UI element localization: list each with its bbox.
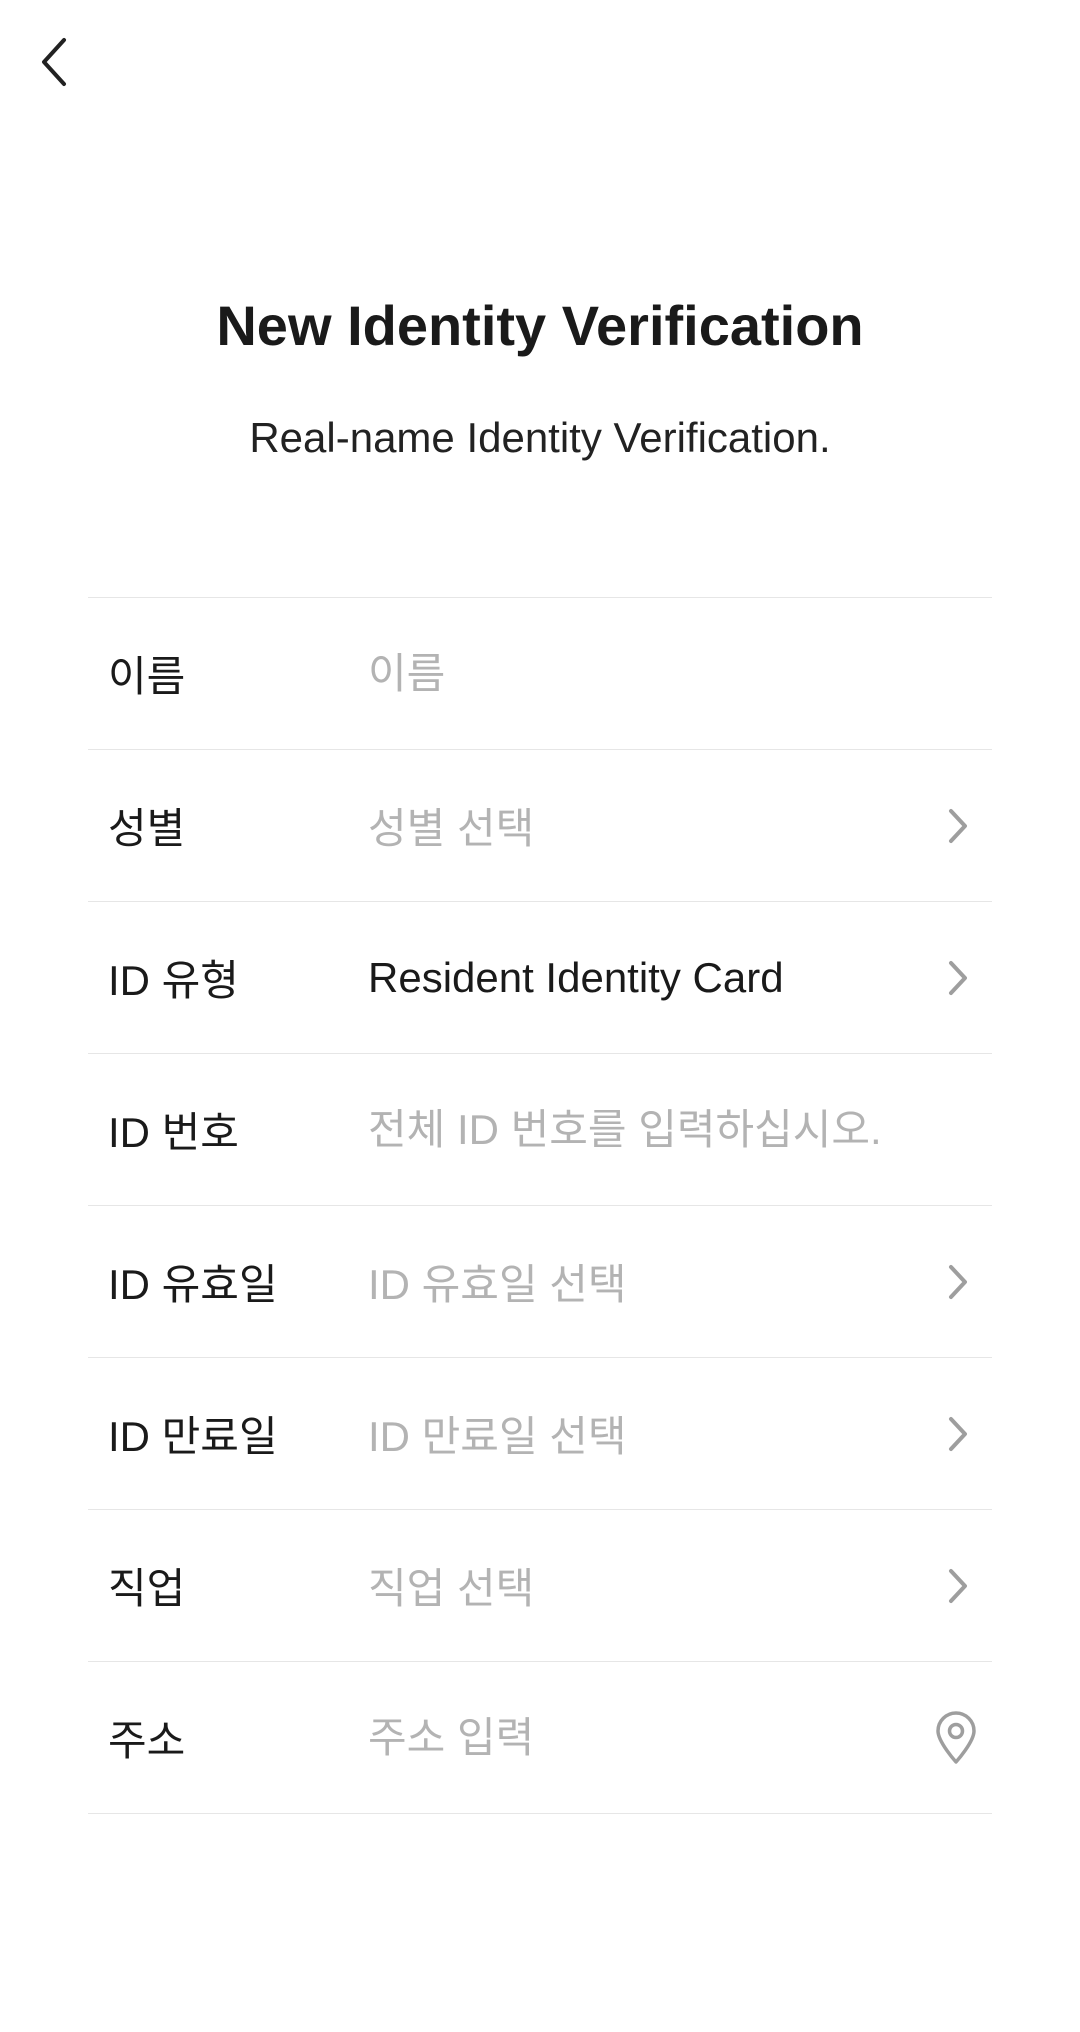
gender-label: 성별 [108,805,186,852]
form-row-id-type[interactable]: ID 유형 Resident Identity Card [88,902,992,1054]
name-label: 이름 [108,653,186,700]
chevron-right-icon [934,802,982,850]
form-row-name[interactable]: 이름 [88,598,992,750]
gender-select-placeholder[interactable]: 성별 선택 [368,795,922,856]
back-button[interactable] [30,34,78,94]
occupation-placeholder[interactable]: 직업 선택 [368,1555,922,1616]
id-expiry-date-placeholder[interactable]: ID 만료일 선택 [368,1403,922,1464]
id-type-label: ID 유형 [108,957,239,1004]
address-input[interactable] [368,1713,922,1762]
chevron-right-icon [934,1258,982,1306]
id-type-value[interactable]: Resident Identity Card [368,954,922,1002]
id-expiry-date-label: ID 만료일 [108,1413,278,1460]
form-row-id-issue-date[interactable]: ID 유효일 ID 유효일 선택 [88,1206,992,1358]
form-row-address[interactable]: 주소 [88,1662,992,1814]
id-issue-date-label: ID 유효일 [108,1261,278,1308]
chevron-right-icon [934,1410,982,1458]
chevron-left-icon [36,34,72,95]
form-row-id-expiry-date[interactable]: ID 만료일 ID 만료일 선택 [88,1358,992,1510]
address-label: 주소 [108,1717,186,1764]
id-number-input[interactable] [368,1105,992,1154]
id-issue-date-placeholder[interactable]: ID 유효일 선택 [368,1251,922,1312]
page-subtitle: Real-name Identity Verification. [249,414,831,461]
id-number-label: ID 번호 [108,1109,239,1156]
occupation-label: 직업 [108,1565,186,1612]
identity-form: 이름 성별 성별 선택 ID 유형 Resident Identity Card… [88,597,992,1814]
form-row-gender[interactable]: 성별 성별 선택 [88,750,992,902]
chevron-right-icon [934,1562,982,1610]
form-row-occupation[interactable]: 직업 직업 선택 [88,1510,992,1662]
name-input[interactable] [368,649,922,698]
page-title: New Identity Verification [216,294,864,357]
form-row-id-number[interactable]: ID 번호 [88,1054,992,1206]
chevron-right-icon [934,954,982,1002]
location-pin-icon[interactable] [930,1710,982,1766]
